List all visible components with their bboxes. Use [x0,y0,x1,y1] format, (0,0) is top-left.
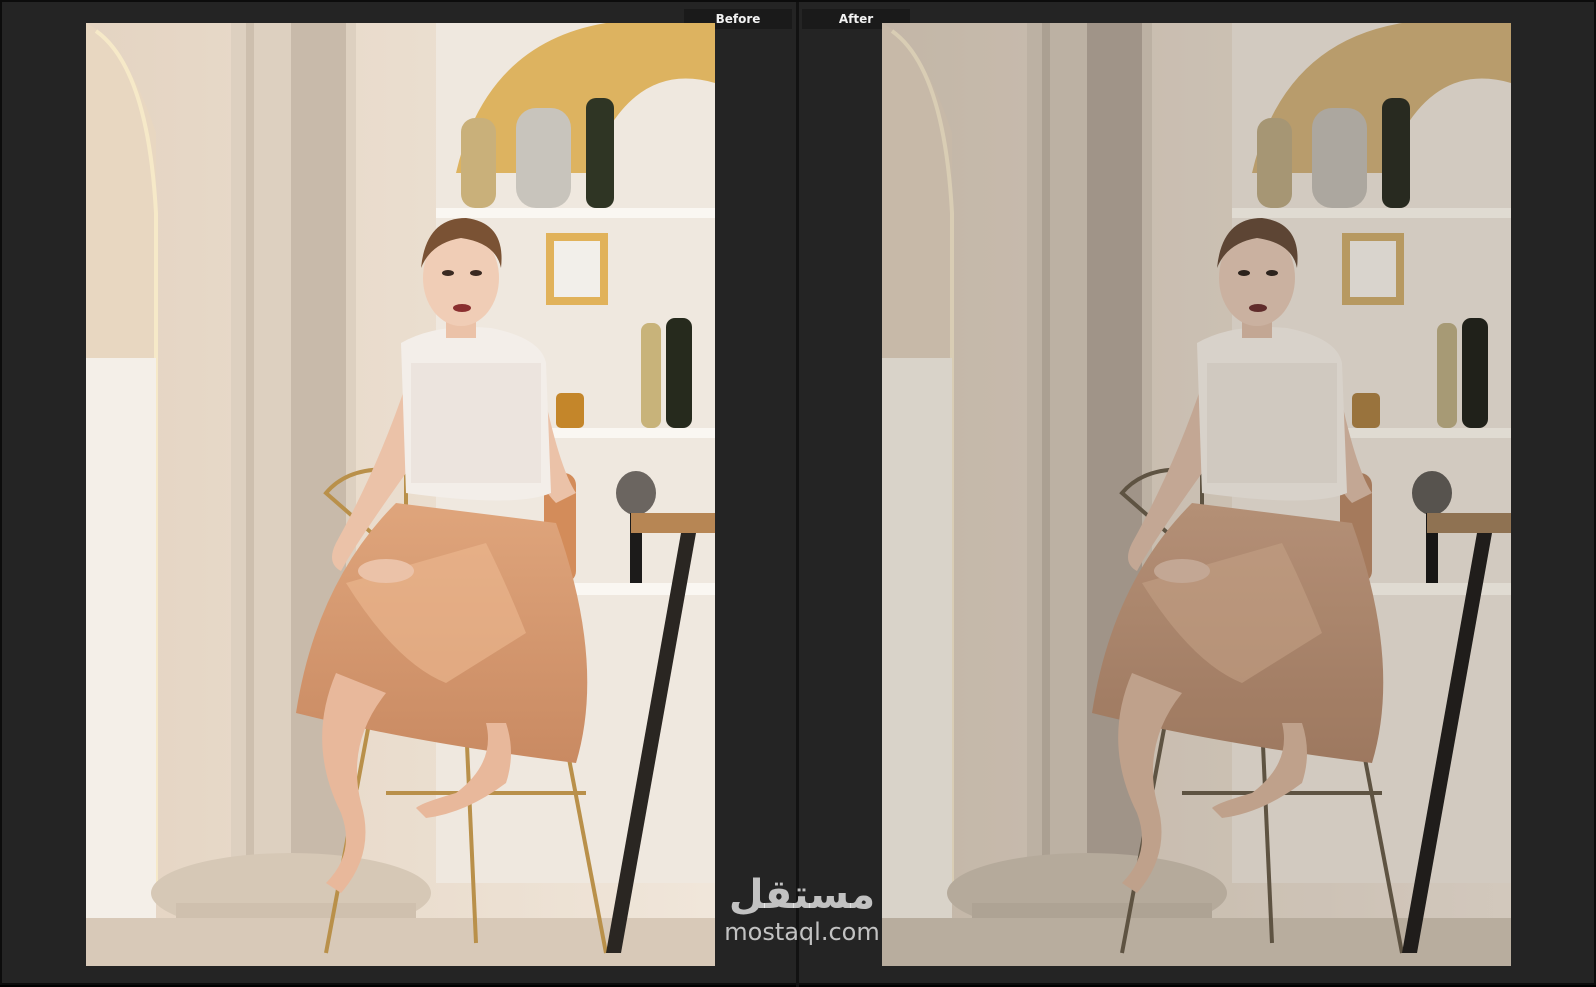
watermark-url: mostaql.com [724,918,880,946]
before-photo [86,23,715,966]
before-photo-image [86,23,715,966]
before-after-viewer: Before After مستقل mostaql.com [0,0,1596,987]
after-photo-image [882,23,1511,966]
after-photo [882,23,1511,966]
watermark-logo: مستقل [728,872,876,918]
mostaql-watermark: مستقل mostaql.com [702,872,902,946]
panel-divider[interactable] [796,2,799,987]
